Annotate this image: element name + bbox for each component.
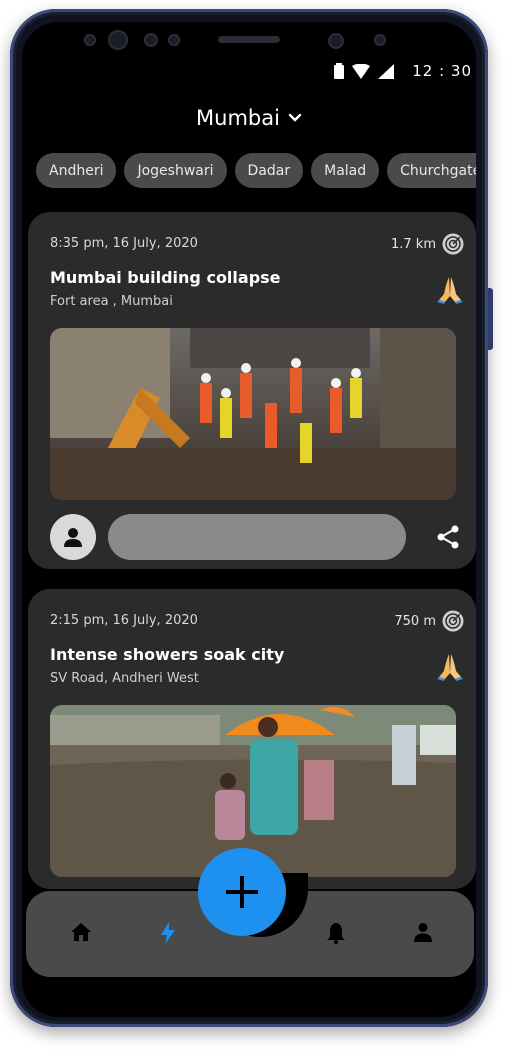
chip-jogeshwari[interactable]: Jogeshwari [124, 153, 227, 188]
chevron-down-icon [288, 113, 302, 122]
signal-icon [378, 63, 395, 79]
chip-malad[interactable]: Malad [311, 153, 380, 188]
status-time: 12 : 30 [412, 62, 472, 80]
post-distance: 1.7 km [391, 233, 464, 255]
bell-icon[interactable] [326, 922, 346, 944]
person-icon [64, 528, 82, 547]
post-timestamp: 8:35 pm, 16 July, 2020 [50, 236, 198, 251]
profile-icon[interactable] [413, 922, 433, 942]
chip-churchgate[interactable]: Churchgate [387, 153, 476, 188]
app-screen: 12 : 30 Mumbai Andheri Jogeshwari Dadar … [22, 22, 476, 1017]
camera-icon [108, 30, 128, 50]
sensor-icon [168, 34, 180, 46]
post-location: Fort area , Mumbai [50, 294, 173, 309]
area-chips: Andheri Jogeshwari Dadar Malad Churchgat… [36, 153, 476, 188]
battery-icon [334, 63, 345, 79]
distance-label: 750 m [394, 613, 436, 629]
earpiece-speaker [218, 36, 280, 43]
phone-side-button [488, 288, 493, 350]
chip-dadar[interactable]: Dadar [234, 153, 304, 188]
post-title: Intense showers soak city [50, 645, 285, 664]
post-card[interactable]: 2:15 pm, 16 July, 2020 750 m Intense sho… [28, 589, 476, 889]
post-location: SV Road, Andheri West [50, 671, 199, 686]
city-label: Mumbai [196, 106, 280, 130]
post-distance: 750 m [394, 610, 464, 632]
sensor-icon [374, 34, 386, 46]
camera-icon [328, 33, 344, 49]
add-post-button[interactable] [198, 848, 286, 936]
sensor-icon [144, 33, 158, 47]
home-icon[interactable] [70, 922, 92, 942]
post-timestamp: 2:15 pm, 16 July, 2020 [50, 613, 198, 628]
radar-icon [442, 610, 464, 632]
post-title: Mumbai building collapse [50, 268, 281, 287]
city-selector[interactable]: Mumbai [22, 106, 476, 130]
distance-label: 1.7 km [391, 236, 436, 252]
status-bar: 12 : 30 [334, 62, 472, 80]
post-photo[interactable] [50, 328, 456, 500]
wifi-icon [352, 63, 371, 79]
user-avatar-button[interactable] [50, 514, 96, 560]
radar-icon [442, 233, 464, 255]
share-icon[interactable] [436, 524, 460, 550]
sensor-icon [84, 34, 96, 46]
comment-input[interactable] [108, 514, 406, 560]
add-icon [226, 876, 258, 908]
flash-icon[interactable] [160, 922, 176, 944]
post-card[interactable]: 8:35 pm, 16 July, 2020 1.7 km Mumbai bui… [28, 212, 476, 569]
praying-hands-icon[interactable] [436, 651, 464, 681]
chip-andheri[interactable]: Andheri [36, 153, 117, 188]
praying-hands-icon[interactable] [436, 274, 464, 304]
